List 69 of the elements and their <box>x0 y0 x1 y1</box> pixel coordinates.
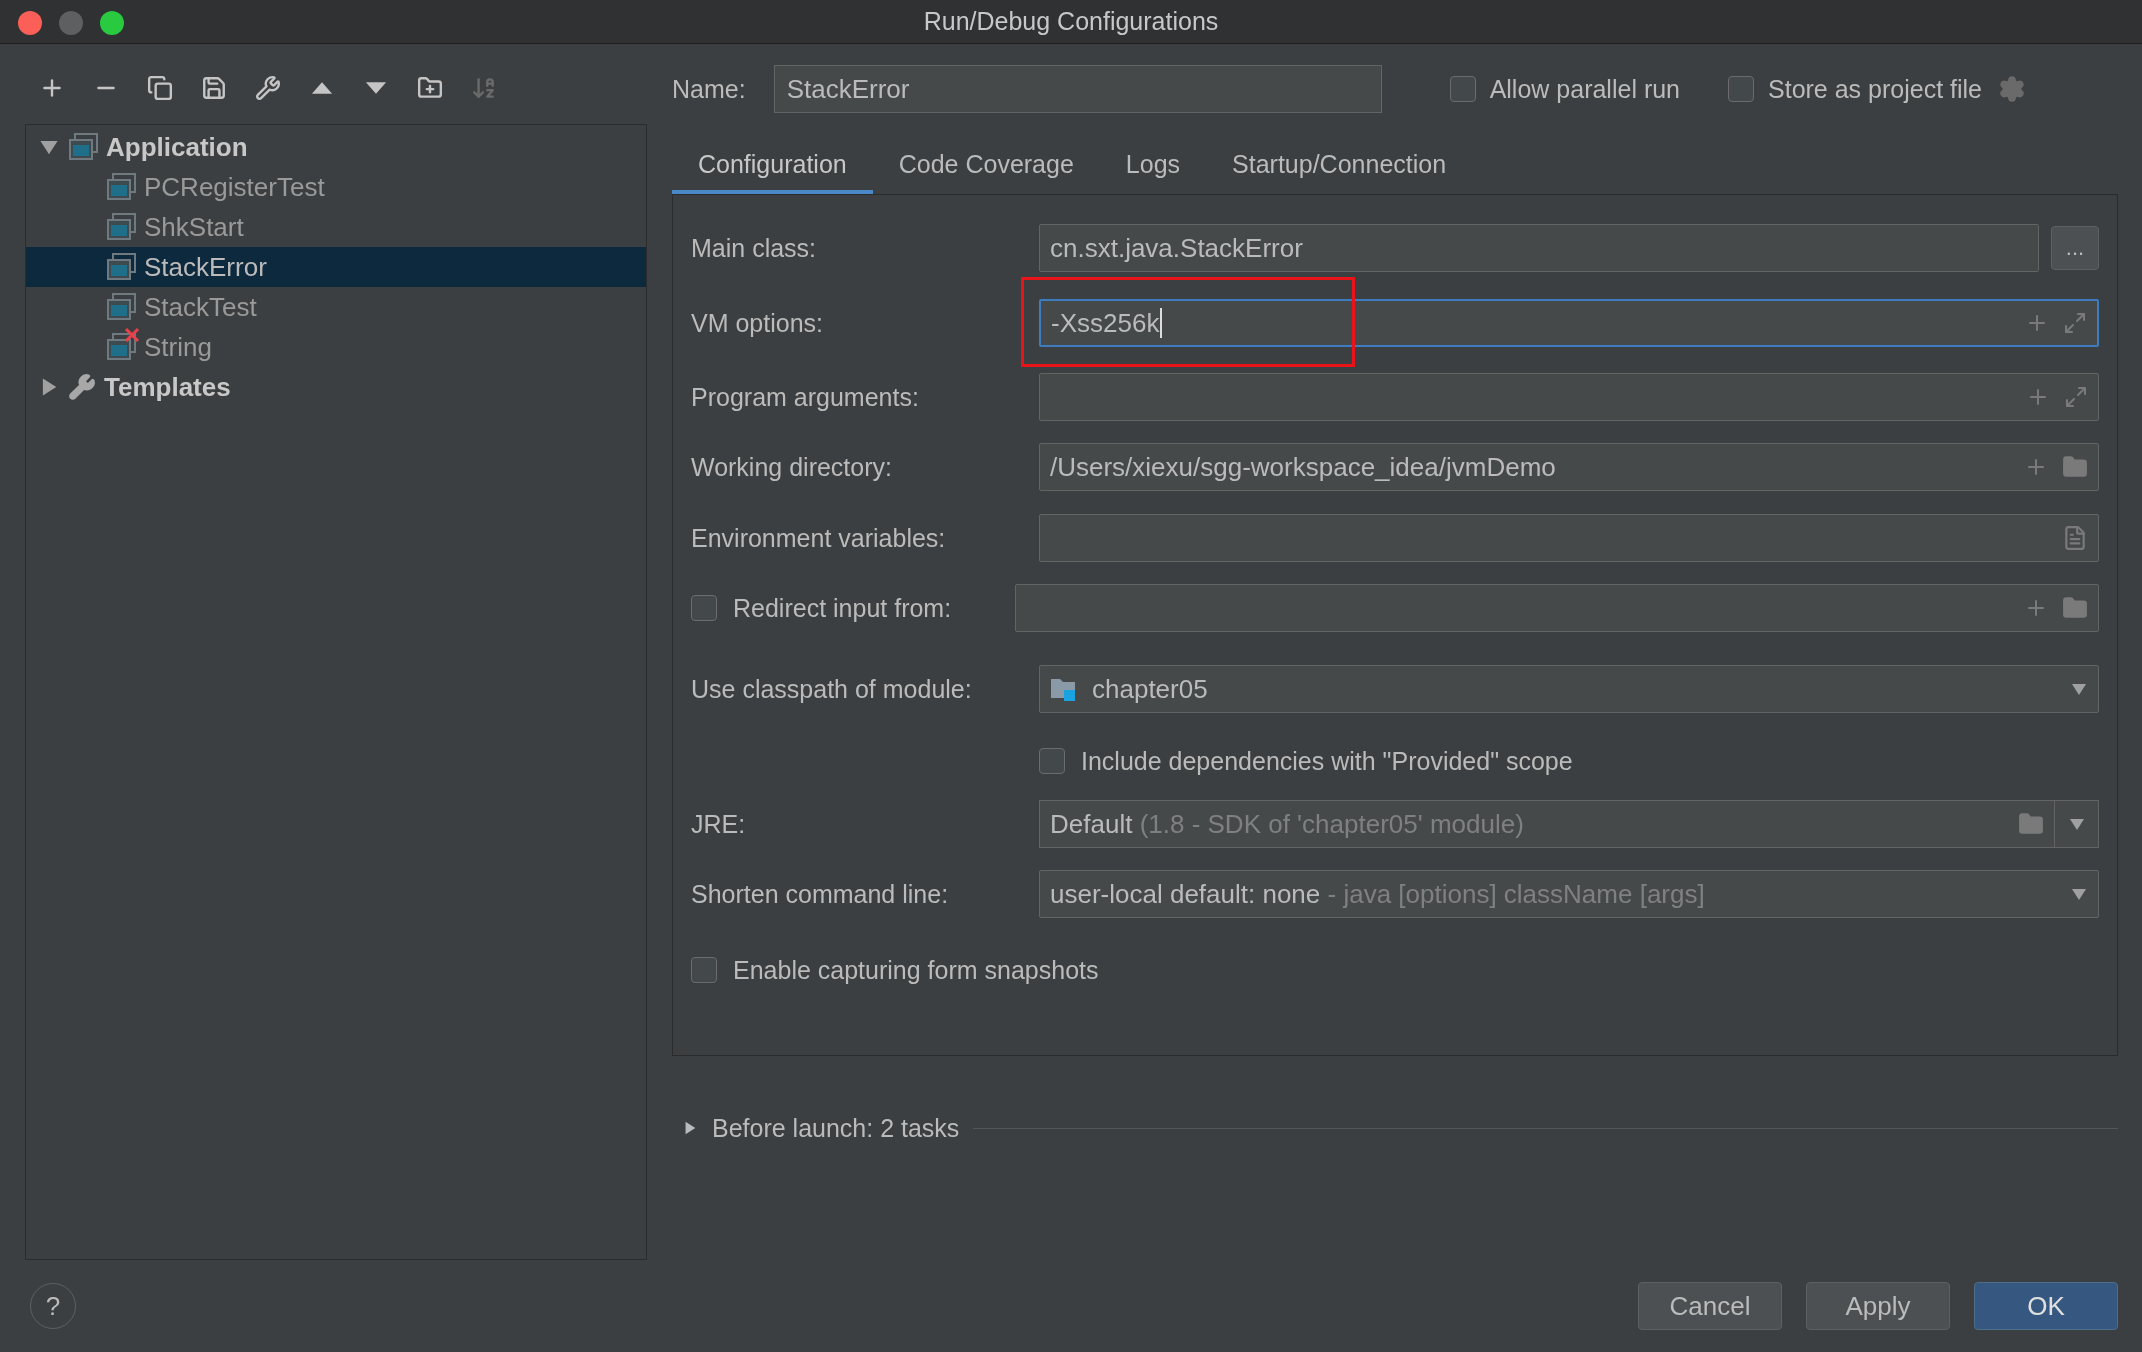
checkbox[interactable] <box>691 957 717 983</box>
dialog-button[interactable]: Cancel <box>1638 1282 1782 1330</box>
field-label: Main class: <box>691 233 818 263</box>
checkbox-label: Allow parallel run <box>1489 74 1680 104</box>
tab[interactable]: Startup/Connection <box>1206 138 1473 194</box>
tree-item-label: PCRegisterTest <box>144 171 325 203</box>
text-field[interactable]: cn.sxt.java.StackError <box>1039 224 2039 272</box>
application-icon <box>106 293 136 321</box>
tab[interactable]: Code Coverage <box>872 138 1100 194</box>
tree-row[interactable]: StackError <box>26 247 646 287</box>
tree-row[interactable]: PCRegisterTest <box>26 167 646 207</box>
tree-item-label: StackError <box>144 251 267 283</box>
checkbox-label: Store as project file <box>1768 74 1982 104</box>
window-title: Run/Debug Configurations <box>923 7 1219 36</box>
tree-item-label: StackTest <box>144 291 257 323</box>
tab[interactable]: Logs <box>1099 138 1207 194</box>
application-icon <box>68 133 98 161</box>
help-button[interactable]: ? <box>30 1283 76 1329</box>
tree-item-label: String <box>144 331 212 363</box>
checkbox-label: Enable capturing form snapshots <box>733 955 1099 985</box>
text-field[interactable]: /Users/xiexu/sgg-workspace_idea/jvmDemo <box>1039 443 2099 491</box>
tree-item-label: ShkStart <box>144 211 244 243</box>
name-label: Name: <box>672 74 746 104</box>
application-icon <box>106 213 136 241</box>
checkbox[interactable] <box>691 595 717 621</box>
text-field[interactable] <box>1015 584 2099 632</box>
minimize-button[interactable] <box>59 11 83 35</box>
folder-icon[interactable] <box>2018 811 2044 837</box>
dialog-button[interactable]: OK <box>1974 1282 2118 1330</box>
module-icon <box>1050 676 1078 702</box>
checkbox[interactable] <box>1039 748 1065 774</box>
document-icon[interactable] <box>2062 525 2088 551</box>
tree-row[interactable]: StackTest <box>26 287 646 327</box>
tree-item[interactable]: Templates <box>104 371 231 403</box>
dropdown-button[interactable] <box>2055 800 2099 848</box>
text-field[interactable]: -Xss256k <box>1039 299 2099 347</box>
application-icon <box>106 173 136 201</box>
zoom-button[interactable] <box>100 11 124 35</box>
field-label: Working directory: <box>691 452 893 482</box>
field-label: Shorten command line: <box>691 879 950 909</box>
text-field[interactable] <box>1039 373 2099 421</box>
browse-button[interactable]: ... <box>2051 226 2099 270</box>
dialog-button[interactable]: Apply <box>1806 1282 1950 1330</box>
application-icon <box>106 253 136 281</box>
dropdown[interactable]: user-local default: none - java [options] className [args] <box>1039 870 2099 918</box>
folder-icon[interactable] <box>2062 454 2088 480</box>
name-field[interactable]: StackError <box>773 65 1382 113</box>
field-label: VM options: <box>691 308 824 338</box>
field-label: JRE: <box>691 809 747 839</box>
field-label: Use classpath of module: <box>691 674 973 704</box>
text-field[interactable] <box>1039 514 2099 562</box>
field-label: Environment variables: <box>691 523 947 553</box>
application-icon <box>106 333 136 361</box>
field-label: Program arguments: <box>691 382 920 412</box>
settings-icon[interactable] <box>1998 75 2026 103</box>
section-title[interactable]: Before launch: 2 tasks <box>712 1113 960 1143</box>
folder-icon[interactable] <box>2062 595 2088 621</box>
checkbox-label: Include dependencies with "Provided" scope <box>1081 746 1573 776</box>
checkbox[interactable] <box>1728 76 1754 102</box>
checkbox[interactable] <box>1449 76 1476 102</box>
tree-row[interactable]: String <box>26 327 646 367</box>
dropdown[interactable]: chapter05 <box>1039 665 2099 713</box>
wrench-icon <box>68 373 96 401</box>
tree-row[interactable]: ShkStart <box>26 207 646 247</box>
close-button[interactable] <box>18 11 42 35</box>
combo-field[interactable]: Default (1.8 - SDK of 'chapter05' module) <box>1039 800 2055 848</box>
tree-item[interactable]: Application <box>106 131 248 163</box>
tab[interactable]: Configuration <box>672 138 873 194</box>
checkbox-label: Redirect input from: <box>733 593 952 623</box>
